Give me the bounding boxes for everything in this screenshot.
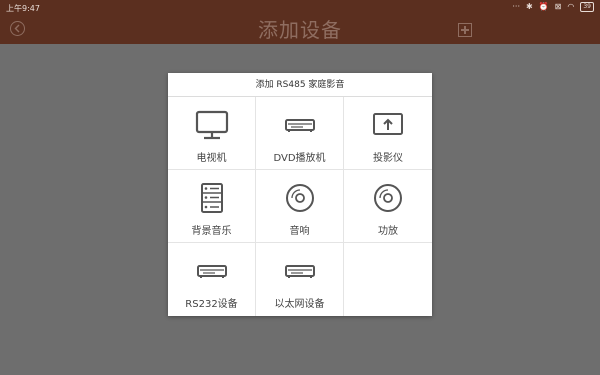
device-grid: 电视机 DVD播放机 投影仪 背景音乐 音响 功放 RS232设备 以太网设备 bbox=[168, 97, 432, 316]
device-item-projector[interactable]: 投影仪 bbox=[344, 97, 432, 170]
dvd-player-icon bbox=[283, 110, 317, 140]
device-label: 功放 bbox=[378, 226, 398, 237]
device-item-tv[interactable]: 电视机 bbox=[168, 97, 256, 170]
add-device-dialog: 添加 RS485 家庭影音 电视机 DVD播放机 投影仪 背景音乐 音响 功放 … bbox=[168, 73, 432, 316]
tv-icon bbox=[195, 110, 229, 140]
status-icons: ··· ✱ ⏰ ⊠ ◠ 39 bbox=[512, 2, 594, 12]
projector-icon bbox=[371, 110, 405, 140]
status-bar: 上午9:47 ··· ✱ ⏰ ⊠ ◠ 39 bbox=[0, 0, 600, 16]
device-item-dvd[interactable]: DVD播放机 bbox=[256, 97, 344, 170]
device-label: RS232设备 bbox=[185, 299, 238, 310]
wifi-icon: ◠ bbox=[567, 2, 575, 11]
device-item-amplifier[interactable]: 功放 bbox=[344, 170, 432, 243]
dots-icon: ··· bbox=[512, 2, 520, 11]
device-label: 背景音乐 bbox=[191, 226, 232, 237]
amplifier-disc-icon bbox=[371, 183, 405, 213]
device-label: DVD播放机 bbox=[273, 153, 326, 164]
ethernet-device-icon bbox=[283, 256, 317, 286]
device-label: 音响 bbox=[289, 226, 310, 237]
status-time: 上午9:47 bbox=[6, 4, 40, 13]
speaker-disc-icon bbox=[283, 183, 317, 213]
device-item-speaker[interactable]: 音响 bbox=[256, 170, 344, 243]
title-bar: 添加设备 bbox=[0, 16, 600, 44]
background-music-icon bbox=[195, 183, 229, 213]
bluetooth-icon: ✱ bbox=[526, 2, 533, 11]
device-item-ethernet[interactable]: 以太网设备 bbox=[256, 243, 344, 316]
alarm-icon: ⏰ bbox=[538, 2, 549, 11]
rs232-device-icon bbox=[195, 256, 229, 286]
device-label: 投影仪 bbox=[373, 153, 403, 164]
dialog-title: 添加 RS485 家庭影音 bbox=[168, 73, 432, 97]
device-item-rs232[interactable]: RS232设备 bbox=[168, 243, 256, 316]
empty-cell bbox=[344, 243, 432, 316]
device-label: 电视机 bbox=[196, 153, 227, 164]
mute-icon: ⊠ bbox=[554, 2, 562, 11]
page-title: 添加设备 bbox=[258, 18, 342, 42]
add-device-button[interactable] bbox=[458, 23, 472, 37]
device-item-background-music[interactable]: 背景音乐 bbox=[168, 170, 256, 243]
device-label: 以太网设备 bbox=[274, 299, 325, 310]
battery-icon: 39 bbox=[580, 2, 594, 12]
